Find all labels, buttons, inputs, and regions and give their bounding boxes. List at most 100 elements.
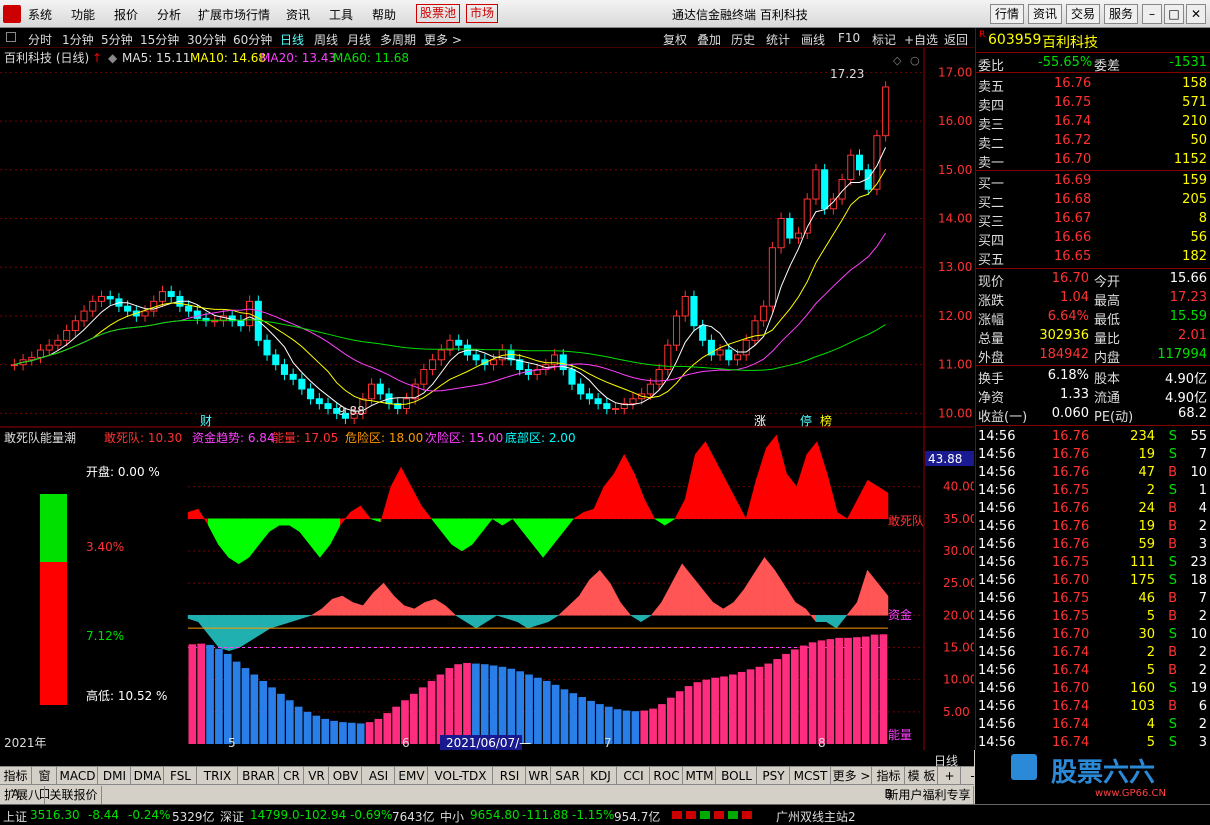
quote-row[interactable]: 买四 16.66 56 [976, 229, 1210, 249]
quote-row[interactable]: 总量 302936 量比 2.01 [976, 327, 1210, 347]
marker-limit-up[interactable]: 涨 [754, 413, 766, 428]
indicator-tab[interactable]: DMA [132, 767, 164, 785]
period-15min[interactable]: 15分钟 [140, 31, 179, 48]
quote-row[interactable]: 14:56 16.74 4 S 2 [976, 716, 1210, 735]
new-user-promo[interactable]: 新用户福利专享 [884, 786, 974, 804]
quote-row[interactable]: 净资 1.33 流通 4.90亿 [976, 386, 1210, 406]
quote-row[interactable]: 14:56 16.74 2 B 2 [976, 644, 1210, 663]
quote-row[interactable]: 涨跌 1.04 最高 17.23 [976, 289, 1210, 309]
indicator-tab[interactable]: MACD [58, 767, 98, 785]
server-name[interactable]: 广州双线主站2 [776, 808, 856, 825]
quote-row[interactable]: 卖四 16.75 571 [976, 94, 1210, 114]
quote-row[interactable]: 14:56 16.76 19 B 2 [976, 518, 1210, 537]
tab-ext8[interactable]: 扩展八 [0, 786, 45, 804]
marker-finance[interactable]: 财 [200, 414, 212, 428]
indicator-chart[interactable]: 40.00 35.00 30.00 25.00 20.00 15.00 10.00 5.00 … [0, 428, 977, 750]
period-5min[interactable]: 5分钟 [101, 31, 133, 48]
marker-list[interactable]: 榜 [820, 413, 832, 428]
close-icon[interactable]: ✕ [1186, 4, 1206, 24]
quote-row[interactable]: 14:56 16.76 234 S 55 [976, 428, 1210, 447]
quote-row[interactable]: 14:56 16.70 160 S 19 [976, 680, 1210, 699]
minimize-icon[interactable]: – [1142, 4, 1162, 24]
indicator-tab[interactable]: 模 板 [906, 767, 938, 785]
indicator-tab[interactable]: CR [280, 767, 304, 785]
indicator-tab[interactable]: 指标B [873, 767, 905, 801]
indicator-tab[interactable]: BOLL [717, 767, 757, 785]
quote-row[interactable]: 收益(一) 0.060 PE(动) 68.2 [976, 405, 1210, 425]
tool-back[interactable]: 返回 [944, 31, 968, 48]
kline-chart[interactable]: 17.00 16.00 15.00 14.00 13.00 12.00 11.00 10.00… [0, 48, 974, 428]
quote-row[interactable]: 14:56 16.76 19 S 7 [976, 446, 1210, 465]
quote-row[interactable]: 现价 16.70 今开 15.66 [976, 270, 1210, 290]
menu-help[interactable]: 帮助 [372, 6, 396, 23]
tool-overlay[interactable]: 叠加 [697, 31, 721, 48]
tool-restore-rights[interactable]: 复权 [663, 31, 687, 48]
period-intraday[interactable]: 分时 [28, 31, 52, 48]
quote-row[interactable]: 14:56 16.74 103 B 6 [976, 698, 1210, 717]
indicator-tab[interactable]: VOL-TDX [429, 767, 493, 785]
marker-stop[interactable]: 停 [800, 413, 812, 428]
tool-add-watch[interactable]: +自选 [904, 31, 938, 48]
tool-f10[interactable]: F10 [838, 31, 860, 45]
quote-row[interactable]: 买二 16.68 205 [976, 191, 1210, 211]
quote-row[interactable]: 买三 16.67 8 [976, 210, 1210, 230]
quote-row[interactable]: 14:56 16.74 5 S 3 [976, 734, 1210, 750]
indicator-tab[interactable]: FSL [165, 767, 197, 785]
menu-ext-market[interactable]: 扩展市场行情 [198, 6, 270, 23]
menu-market[interactable]: 市场 [466, 4, 499, 23]
quote-row[interactable]: 外盘 184942 内盘 117994 [976, 346, 1210, 366]
quote-row[interactable]: 14:56 16.76 24 B 4 [976, 500, 1210, 519]
tool-stats[interactable]: 统计 [766, 31, 790, 48]
trade-button[interactable]: 交易 [1066, 4, 1100, 24]
indicator-tab[interactable]: 窗口 [33, 767, 57, 801]
quote-row[interactable]: 14:56 16.75 2 S 1 [976, 482, 1210, 501]
menu-function[interactable]: 功能 [71, 6, 95, 23]
menu-tools[interactable]: 工具 [329, 6, 353, 23]
period-weekly[interactable]: 周线 [314, 31, 338, 48]
sz-label[interactable]: 深证 [220, 808, 244, 825]
info-button[interactable]: 资讯 [1028, 4, 1062, 24]
indicator-tab[interactable]: MTM [684, 767, 716, 785]
menu-info[interactable]: 资讯 [286, 6, 310, 23]
quote-row[interactable]: 卖五 16.76 158 [976, 75, 1210, 95]
quote-row[interactable]: 14:56 16.75 5 B 2 [976, 608, 1210, 627]
period-more[interactable]: 更多 > [424, 31, 462, 48]
indicator-tab[interactable]: OBV [330, 767, 362, 785]
tab-related-quote[interactable]: 关联报价 [46, 786, 102, 804]
indicator-tab[interactable]: VR [305, 767, 329, 785]
quote-row[interactable]: 买五 16.65 182 [976, 248, 1210, 268]
quote-row[interactable]: 涨幅 6.64% 最低 15.59 [976, 308, 1210, 328]
quote-row[interactable]: 14:56 16.76 47 B 10 [976, 464, 1210, 483]
indicator-tab[interactable]: SAR [552, 767, 584, 785]
quote-row[interactable]: 14:56 16.70 175 S 18 [976, 572, 1210, 591]
indicator-tab[interactable]: KDJ [585, 767, 617, 785]
quote-row[interactable]: 14:56 16.75 46 B 7 [976, 590, 1210, 609]
indicator-tab[interactable]: + [939, 767, 961, 785]
kline-svg[interactable]: 17.00 16.00 15.00 14.00 13.00 12.00 11.00 10.00… [0, 48, 974, 428]
indicator-tab[interactable]: DMI [99, 767, 131, 785]
indicator-tab[interactable]: 指标A [0, 767, 32, 801]
tool-history[interactable]: 历史 [731, 31, 755, 48]
period-60min[interactable]: 60分钟 [233, 31, 272, 48]
indicator-tab[interactable]: BRAR [239, 767, 279, 785]
indicator-tab[interactable]: ROC [651, 767, 683, 785]
quote-row[interactable]: 14:56 16.75 111 S 23 [976, 554, 1210, 573]
zx-label[interactable]: 中小 [440, 808, 464, 825]
indicator-tab[interactable]: 更多 > [832, 767, 872, 785]
maximize-icon[interactable]: □ [1164, 4, 1184, 24]
quote-row[interactable]: 卖一 16.70 1152 [976, 151, 1210, 171]
indicator-tab[interactable]: RSI [494, 767, 526, 785]
tool-draw[interactable]: 画线 [801, 31, 825, 48]
menu-quote[interactable]: 报价 [114, 6, 138, 23]
period-multi[interactable]: 多周期 [380, 31, 416, 48]
menu-stock-pool[interactable]: 股票池 [416, 4, 461, 23]
tick-list[interactable]: 14:56 16.76 234 S 55 14:56 16.76 19 S 7 14:56 16.76… [976, 428, 1210, 750]
period-30min[interactable]: 30分钟 [187, 31, 226, 48]
quote-row[interactable]: 卖二 16.72 50 [976, 132, 1210, 152]
indicator-svg[interactable]: 40.0035.0030.0025.0020.0015.0010.005.00 … [0, 428, 977, 750]
quote-button[interactable]: 行情 [990, 4, 1024, 24]
quote-row[interactable]: 买一 16.69 159 [976, 172, 1210, 192]
service-button[interactable]: 服务 [1104, 4, 1138, 24]
period-daily[interactable]: 日线 [280, 31, 304, 48]
panel-toggle-icon[interactable] [6, 32, 16, 42]
